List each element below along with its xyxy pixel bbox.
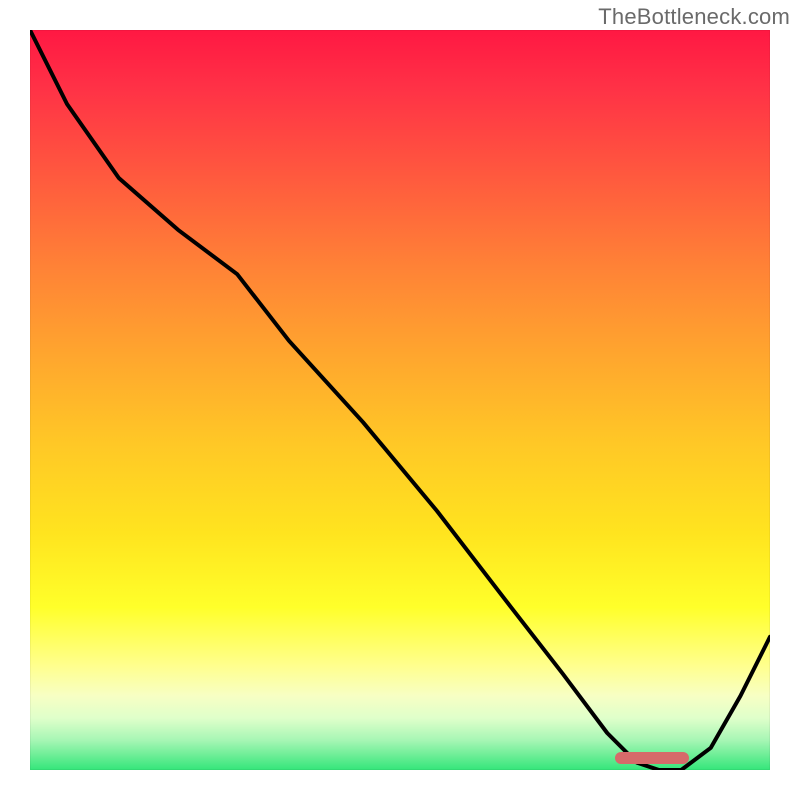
watermark-text: TheBottleneck.com: [598, 4, 790, 30]
chart-canvas: [30, 30, 770, 770]
chart-gradient-background: [30, 30, 770, 770]
chart-minimum-marker: [615, 752, 689, 764]
